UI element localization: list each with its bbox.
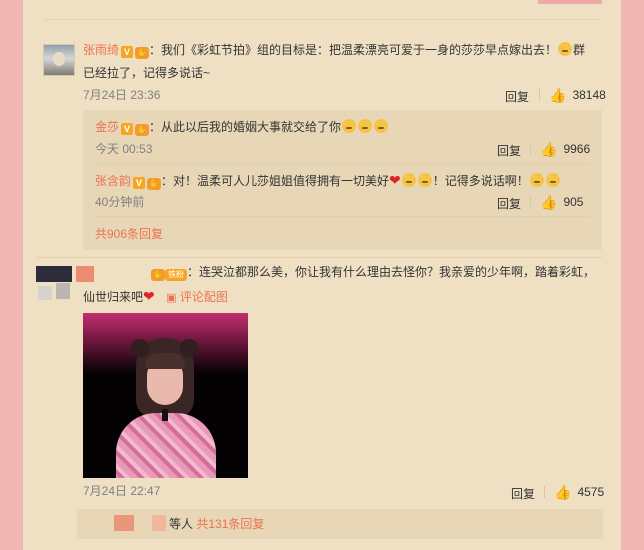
reply-body: ：对！温柔可人儿莎姐姐值得拥有一切美好 [161,174,390,188]
reply-list: 金莎 V ✋ ：从此以后我的婚姻大事就交给了你 今天 00:53 回复 👍 9966 张… [83,110,602,250]
username[interactable]: 张含韵 [95,174,131,188]
separator [530,196,531,208]
reply-body: ：从此以后我的婚姻大事就交给了你 [149,120,342,134]
like-count: 38148 [572,88,606,102]
comment-text: 张雨绮 V ✋ ：我们《彩虹节拍》组的目标是：把温柔漂亮可爱于一身的莎莎早点嫁出去！ 群 [83,41,585,59]
like-count: 905 [563,195,584,209]
reply-item: 金莎 V ✋ ：从此以后我的婚姻大事就交给了你 [95,118,389,136]
timestamp: 7月24日 22:47 [83,484,161,498]
comment-body: 仙世归来吧 [83,290,144,304]
heart-icon: ❤ [389,172,401,188]
like-button[interactable]: 👍 4575 [554,484,604,501]
reply-button[interactable]: 回复 [497,195,521,212]
like-button[interactable]: 👍 38148 [549,87,606,104]
member-badge-icon: ✋ [135,47,150,59]
comment-body: ：连哭泣都那么美，你让我有什么理由去怪你？我亲爱的少年啊，踏着彩虹， [187,265,596,279]
reply-summary: 等人 共131条回复 [169,515,264,533]
avatar-mosaic [152,515,166,531]
member-badge-icon: ✋ [151,269,165,281]
member-badge-icon: ✋ [147,178,162,190]
comment-text-line2: 仙世归来吧❤ ▣ 评论配图 [83,287,228,307]
thumbs-up-icon: 👍 [540,141,558,157]
like-button[interactable]: 👍 905 [540,194,583,211]
divider [95,216,590,217]
separator [530,143,531,155]
view-image-label: 评论配图 [179,290,228,304]
verified-badge-icon: V [133,177,146,189]
reply-button[interactable]: 回复 [505,88,529,105]
avatar-mosaic [56,283,70,299]
reply-count-link[interactable]: 共131条回复 [196,517,264,531]
clap-emoji-icon [558,42,573,56]
laugh-emoji-icon [374,119,389,133]
wave-emoji-icon [417,173,432,187]
thumbs-up-icon: 👍 [540,194,558,210]
timestamp: 今天 00:53 [95,142,153,156]
reply-button[interactable]: 回复 [511,485,535,502]
like-count: 4575 [577,485,605,499]
image-icon: ▣ [166,292,177,304]
reply-body-tail: ！记得多说话啊！ [432,174,529,188]
avatar-mosaic [38,286,52,300]
comment-image[interactable] [83,313,248,478]
emoji-icon [358,119,373,133]
reply-button[interactable]: 回复 [497,142,521,159]
timestamp: 40分钟前 [95,195,145,209]
more-replies-link[interactable]: 共906条回复 [95,225,163,243]
comment-divider [36,257,602,258]
timestamp: 7月24日 23:36 [83,88,161,102]
separator [544,486,545,498]
comment-text: ✋ 铁粉 ：连哭泣都那么美，你让我有什么理由去怪你？我亲爱的少年啊，踏着彩虹， [151,263,595,281]
comment-text-line2: 已经拉了，记得多说话~ [83,66,211,80]
emoji-icon [342,119,357,133]
avatar-mosaic [76,266,94,282]
avatar[interactable] [36,266,72,282]
comment-panel: 张雨绮 V ✋ ：我们《彩虹节拍》组的目标是：把温柔漂亮可爱于一身的莎莎早点嫁出去！群… [23,0,621,550]
comment-body-tail: 群 [573,43,586,57]
like-button[interactable]: 👍 9966 [540,141,590,158]
fan-badge: 铁粉 [165,269,187,281]
comment-body: ：我们《彩虹节拍》组的目标是：把温柔漂亮可爱于一身的莎莎早点嫁出去！ [149,43,558,57]
avatar[interactable] [43,44,75,76]
verified-badge-icon: V [121,46,134,58]
avatar-mosaic [114,515,134,531]
member-badge-icon: ✋ [135,124,150,136]
reply-summary-suffix: 等人 [169,517,194,531]
top-tab-strip [538,0,602,4]
username[interactable]: 张雨绮 [83,43,119,57]
top-divider [44,19,600,20]
like-count: 9966 [563,142,591,156]
reply-item: 张含韵 V ✋ ：对！温柔可人儿莎姐姐值得拥有一切美好❤ ！记得多说话啊！ [95,171,561,190]
thumbs-up-icon: 👍 [549,87,567,103]
laugh-emoji-icon [529,173,544,187]
view-image-link[interactable]: ▣ 评论配图 [166,290,228,304]
username[interactable]: 金莎 [95,120,119,134]
thumbs-up-icon: 👍 [554,484,572,500]
verified-badge-icon: V [121,123,134,135]
reply-summary-bar[interactable]: 等人 共131条回复 [77,509,603,539]
clap-emoji-icon [545,173,560,187]
separator [539,89,540,101]
emoji-icon [401,173,416,187]
divider [95,163,590,164]
heart-icon: ❤ [143,288,155,304]
